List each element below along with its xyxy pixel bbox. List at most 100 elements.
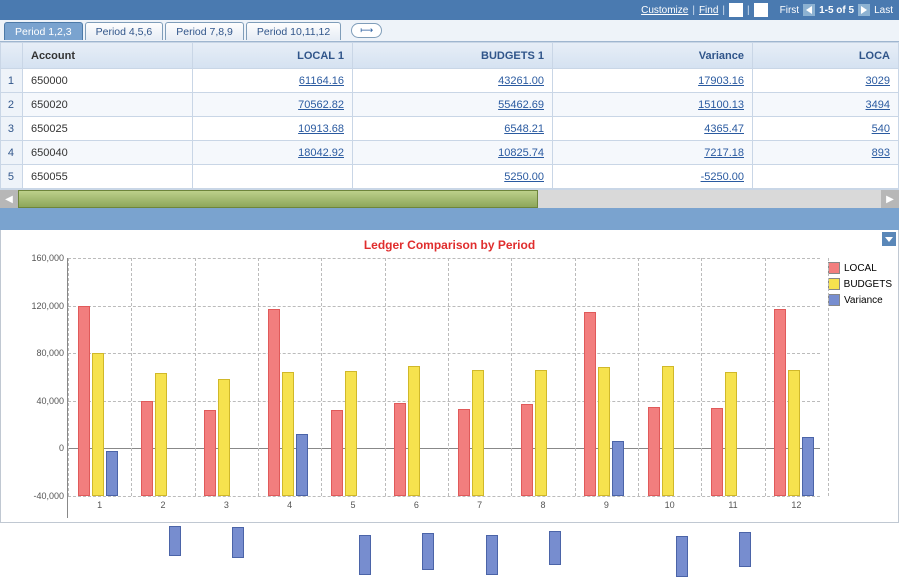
grid-header-row: Account LOCAL 1 BUDGETS 1 Variance LOCA — [1, 43, 898, 69]
cell-budgets1: 55462.69 — [353, 93, 553, 116]
cell-account: 650025 — [23, 117, 193, 140]
chart-legend: LOCAL BUDGETS Variance — [820, 258, 892, 518]
scroll-track[interactable] — [18, 190, 881, 208]
bar-variance — [296, 434, 308, 496]
bar-local — [458, 409, 470, 496]
cell-account: 650000 — [23, 69, 193, 92]
bar-group — [331, 306, 371, 496]
cell-local1: 18042.92 — [193, 141, 353, 164]
table-row: 465004018042.9210825.747217.18893 — [1, 141, 898, 165]
cell-variance: 7217.18 — [553, 141, 753, 164]
local-link[interactable]: 70562.82 — [298, 99, 344, 111]
view-all-icon[interactable] — [729, 3, 743, 17]
bar-group — [521, 306, 561, 496]
bar-group — [584, 306, 624, 496]
bar-local — [141, 401, 153, 496]
separator: | — [747, 5, 750, 16]
table-row: 56500555250.00-5250.00 — [1, 165, 898, 189]
bar-local — [774, 309, 786, 496]
bar-budgets — [92, 353, 104, 496]
variance-link[interactable]: 15100.13 — [698, 99, 744, 111]
nav-first-label: First — [780, 5, 799, 16]
legend-item: BUDGETS — [828, 278, 892, 290]
bar-budgets — [535, 370, 547, 496]
col-budgets1[interactable]: BUDGETS 1 — [353, 43, 553, 68]
budgets-link[interactable]: 6548.21 — [504, 123, 544, 135]
find-link[interactable]: Find — [699, 5, 718, 16]
legend-swatch — [828, 294, 840, 306]
bar-variance — [676, 536, 688, 576]
scroll-thumb[interactable] — [18, 190, 538, 208]
local-link[interactable]: 18042.92 — [298, 147, 344, 159]
col-variance[interactable]: Variance — [553, 43, 753, 68]
tab-period-789[interactable]: Period 7,8,9 — [165, 22, 244, 40]
cell-budgets1: 5250.00 — [353, 165, 553, 188]
bar-variance — [232, 527, 244, 558]
cell-budgets1: 10825.74 — [353, 141, 553, 164]
grid-toolbar: Customize | Find | | First 1-5 of 5 Last — [0, 0, 899, 20]
x-tick-label: 5 — [350, 500, 355, 510]
bar-budgets — [472, 370, 484, 496]
nav-prev-icon[interactable] — [803, 4, 815, 16]
local-link[interactable]: 61164.16 — [299, 75, 344, 87]
customize-link[interactable]: Customize — [641, 5, 688, 16]
x-tick-label: 8 — [540, 500, 545, 510]
separator: | — [692, 5, 695, 16]
y-tick-label: 80,000 — [24, 348, 64, 358]
local2-link[interactable]: 893 — [872, 147, 890, 159]
bar-budgets — [408, 366, 420, 496]
nav-last-label: Last — [874, 5, 893, 16]
bar-variance — [486, 535, 498, 574]
col-local2[interactable]: LOCA — [753, 43, 898, 68]
local2-link[interactable]: 540 — [872, 123, 890, 135]
row-number: 3 — [1, 117, 23, 140]
col-account[interactable]: Account — [23, 43, 193, 68]
bar-group — [711, 306, 751, 496]
col-local1[interactable]: LOCAL 1 — [193, 43, 353, 68]
y-tick-label: 160,000 — [24, 253, 64, 263]
legend-swatch — [828, 262, 840, 274]
cell-variance: 15100.13 — [553, 93, 753, 116]
cell-local1: 61164.16 — [193, 69, 353, 92]
table-row: 165000061164.1643261.0017903.163029 — [1, 69, 898, 93]
bar-group — [774, 306, 814, 496]
bar-variance — [612, 441, 624, 496]
tab-period-123[interactable]: Period 1,2,3 — [4, 22, 83, 40]
scroll-right-button[interactable]: ▶ — [881, 190, 899, 208]
period-tabs: Period 1,2,3 Period 4,5,6 Period 7,8,9 P… — [0, 20, 899, 42]
bar-group — [141, 306, 181, 496]
bar-local — [204, 410, 216, 496]
budgets-link[interactable]: 43261.00 — [498, 75, 544, 87]
download-icon[interactable] — [754, 3, 768, 17]
budgets-link[interactable]: 10825.74 — [498, 147, 544, 159]
show-all-columns-button[interactable]: ⟼ — [351, 23, 382, 38]
scroll-left-button[interactable]: ◀ — [0, 190, 18, 208]
budgets-link[interactable]: 5250.00 — [504, 171, 544, 183]
variance-link[interactable]: 7217.18 — [704, 147, 744, 159]
tab-period-101112[interactable]: Period 10,11,12 — [246, 22, 341, 40]
variance-link[interactable]: -5250.00 — [701, 171, 744, 183]
legend-label: LOCAL — [844, 263, 877, 274]
bar-local — [648, 407, 660, 496]
variance-link[interactable]: 4365.47 — [704, 123, 744, 135]
cell-local2: 3029 — [753, 69, 898, 92]
bar-budgets — [662, 366, 674, 496]
local2-link[interactable]: 3029 — [866, 75, 890, 87]
tab-period-456[interactable]: Period 4,5,6 — [85, 22, 164, 40]
cell-variance: 17903.16 — [553, 69, 753, 92]
legend-label: Variance — [844, 295, 883, 306]
variance-link[interactable]: 17903.16 — [698, 75, 744, 87]
budgets-link[interactable]: 55462.69 — [498, 99, 544, 111]
y-tick-label: 40,000 — [24, 396, 64, 406]
bar-variance — [169, 526, 181, 556]
chart-collapse-icon[interactable] — [882, 232, 896, 246]
nav-next-icon[interactable] — [858, 4, 870, 16]
bar-variance — [359, 535, 371, 574]
grid-horizontal-scrollbar[interactable]: ◀ ▶ — [0, 190, 899, 208]
local-link[interactable]: 10913.68 — [298, 123, 344, 135]
chart-plot-area: -40,000040,00080,000120,000160,000123456… — [67, 258, 820, 518]
chart-section: Ledger Comparison by Period Amount -40,0… — [0, 230, 899, 523]
local2-link[interactable]: 3494 — [866, 99, 890, 111]
legend-label: BUDGETS — [844, 279, 892, 290]
cell-local2: 540 — [753, 117, 898, 140]
